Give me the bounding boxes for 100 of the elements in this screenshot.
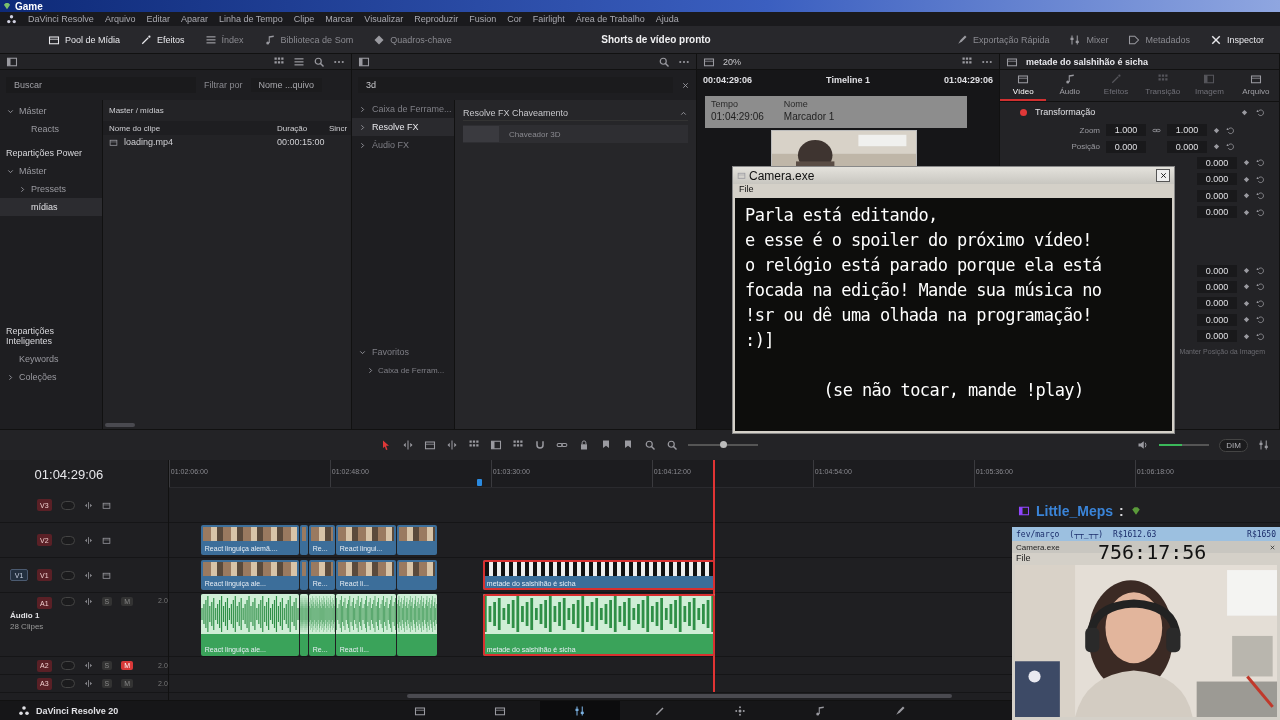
film-icon[interactable] — [101, 500, 111, 510]
filter-dropdown[interactable]: Nome ...quivo — [250, 78, 323, 92]
toolbar-button[interactable]: Efeitos — [132, 30, 193, 49]
menu-item[interactable]: Marcar — [325, 14, 354, 24]
effects-category[interactable]: Favoritos — [352, 343, 454, 361]
menu-item[interactable]: Fusion — [469, 14, 497, 24]
toolbar-button[interactable]: Mixer — [1061, 30, 1117, 49]
number-field[interactable]: 0.000 — [1197, 330, 1237, 343]
trim-icon[interactable] — [401, 439, 414, 451]
number-field[interactable]: 0.000 — [1197, 189, 1237, 202]
video-clip[interactable] — [299, 525, 308, 555]
toolbar-button[interactable]: Metadados — [1120, 30, 1198, 49]
menu-item[interactable]: Área de Trabalho — [575, 14, 645, 24]
search-field[interactable]: 3d — [358, 77, 673, 93]
column-header[interactable]: Nome do clipe — [103, 123, 271, 133]
film-icon[interactable] — [101, 535, 111, 545]
number-field[interactable]: 0.000 — [1197, 313, 1237, 326]
toolbar-button[interactable]: Quadros-chave — [365, 30, 460, 49]
toolbar-button[interactable]: Exportação Rápida — [947, 30, 1058, 49]
menu-item[interactable]: Ajuda — [655, 14, 679, 24]
slip-icon[interactable] — [445, 439, 458, 451]
page-tab[interactable] — [540, 700, 620, 720]
number-field[interactable]: 0.000 — [1197, 264, 1237, 277]
number-field[interactable]: 0.000 — [1197, 173, 1237, 186]
number-field[interactable]: 1.000 — [1167, 124, 1207, 137]
inspector-tab[interactable]: Arquivo — [1232, 70, 1279, 101]
magnet-icon[interactable] — [533, 439, 546, 451]
timeline-dropdown[interactable]: Timeline 1 — [826, 75, 870, 85]
meter-icon[interactable] — [1258, 439, 1270, 451]
audio-clip[interactable] — [396, 593, 437, 656]
toolbar-button[interactable]: Inspector — [1202, 30, 1272, 49]
dim-button[interactable]: DIM — [1219, 438, 1248, 452]
keyframe-icon[interactable] — [1241, 108, 1248, 116]
effects-category[interactable]: Resolve FX — [352, 118, 454, 136]
panel-icon[interactable] — [6, 55, 18, 68]
bin-item[interactable]: Coleções — [0, 368, 102, 386]
bin-item[interactable]: mídias — [0, 198, 102, 216]
group-header[interactable]: Resolve FX Chaveamento — [463, 106, 688, 121]
menu-item[interactable]: Cor — [507, 14, 522, 24]
number-field[interactable]: 0.000 — [1197, 280, 1237, 293]
effects-category[interactable]: Caixa de Ferrame... — [352, 100, 454, 118]
auto-select-icon[interactable] — [83, 570, 93, 580]
slider-thumb[interactable] — [719, 441, 727, 448]
menu-item[interactable]: Fairlight — [532, 14, 565, 24]
zoom-dropdown[interactable]: 20% — [723, 56, 741, 67]
reset-icon[interactable] — [1256, 107, 1265, 117]
clip-row[interactable]: loading.mp4 00:00:15:00 — [103, 135, 351, 149]
zoom-icon[interactable] — [643, 439, 656, 451]
close-icon[interactable] — [681, 80, 690, 90]
menu-item[interactable]: Linha de Tempo — [218, 14, 283, 24]
bin-item[interactable]: Máster — [0, 162, 102, 180]
toggle-dot[interactable] — [1020, 108, 1027, 116]
search-icon[interactable] — [658, 55, 670, 68]
effect-item[interactable]: Chaveador 3D — [463, 125, 688, 143]
zoom-icon[interactable] — [665, 439, 678, 451]
scrollbar[interactable] — [406, 694, 952, 698]
auto-select-icon[interactable] — [83, 597, 93, 606]
bin-item[interactable]: Pressets — [0, 180, 102, 198]
number-field[interactable]: 0.000 — [1106, 140, 1146, 153]
bin-item[interactable]: Máster — [0, 102, 102, 120]
menu-item[interactable]: File — [733, 184, 1174, 198]
auto-select-icon[interactable] — [83, 661, 93, 670]
menu-item[interactable]: Arquivo — [104, 14, 136, 24]
number-field[interactable]: 0.000 — [1167, 140, 1207, 153]
menu-item[interactable]: DaVinci Resolve — [28, 14, 94, 24]
effects-category[interactable]: Áudio FX — [352, 136, 454, 154]
film-icon[interactable] — [101, 570, 111, 580]
menu-item[interactable]: Editar — [146, 14, 170, 24]
video-clip[interactable] — [396, 560, 437, 590]
auto-select-icon[interactable] — [83, 535, 93, 545]
list-view-icon[interactable] — [293, 55, 305, 68]
marker-flag[interactable] — [476, 479, 482, 486]
column-header[interactable]: Duração — [271, 123, 323, 133]
close-button[interactable] — [1156, 169, 1170, 182]
menu-item[interactable]: Visualizar — [364, 14, 404, 24]
menu-item[interactable]: Aparar — [180, 14, 208, 24]
blade-icon[interactable] — [423, 439, 436, 451]
inspector-tab[interactable]: Vídeo — [1000, 70, 1047, 101]
number-field[interactable]: 0.000 — [1197, 156, 1237, 169]
toolbar-button[interactable]: Biblioteca de Som — [255, 30, 362, 49]
number-field[interactable]: 1.000 — [1106, 124, 1146, 137]
toolbar-button[interactable]: Índex — [196, 30, 252, 49]
search-field[interactable]: Buscar — [6, 77, 196, 93]
aspect-icon[interactable] — [703, 55, 715, 68]
search-icon[interactable] — [313, 55, 325, 68]
bin-item[interactable]: Keywords — [0, 350, 102, 368]
menu-item[interactable]: Clipe — [293, 14, 315, 24]
toolbar-button[interactable]: Pool de Mídia — [40, 30, 129, 49]
number-field[interactable]: 0.000 — [1197, 206, 1237, 219]
number-field[interactable]: 0.000 — [1197, 297, 1237, 310]
panel-icon[interactable] — [358, 55, 370, 68]
effects-category[interactable]: Caixa de Ferram... — [352, 361, 454, 379]
scrollbar[interactable] — [105, 423, 135, 427]
auto-select-icon[interactable] — [83, 500, 93, 510]
overwrite-icon[interactable] — [489, 439, 502, 451]
inspector-tab[interactable]: Áudio — [1046, 70, 1093, 101]
auto-select-icon[interactable] — [83, 679, 93, 688]
bin-item[interactable]: Reacts — [0, 120, 102, 138]
video-clip[interactable] — [299, 560, 308, 590]
menu-item[interactable]: Reproduzir — [414, 14, 459, 24]
